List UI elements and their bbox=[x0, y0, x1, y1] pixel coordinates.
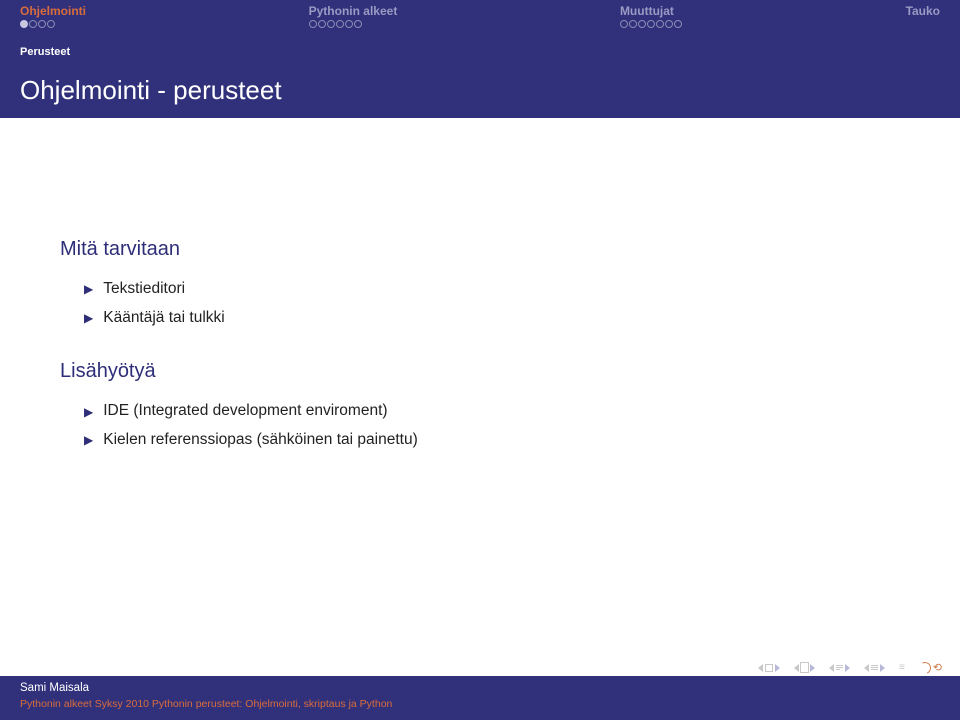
nav-first-icon[interactable] bbox=[758, 664, 780, 672]
nav-search-icon[interactable]: ⟲ bbox=[919, 661, 942, 674]
slide-title-bar: Ohjelmointi - perusteet bbox=[0, 62, 960, 118]
subsection-bar: Perusteet bbox=[0, 42, 960, 62]
bullet-list: ▶Tekstieditori ▶Kääntäjä tai tulkki bbox=[84, 275, 900, 332]
section-nav: Ohjelmointi Pythonin alkeet Muuttujat Ta… bbox=[0, 0, 960, 42]
nav-fwd-icon[interactable] bbox=[864, 664, 885, 672]
beamer-nav-icons: ≡ ⟲ bbox=[758, 661, 942, 674]
progress-dots bbox=[309, 20, 363, 28]
nav-sec-muuttujat[interactable]: Muuttujat bbox=[600, 4, 713, 28]
nav-label: Pythonin alkeet bbox=[309, 4, 398, 18]
nav-sec-ohjelmointi[interactable]: Ohjelmointi bbox=[0, 4, 116, 28]
list-item: ▶Kielen referenssiopas (sähköinen tai pa… bbox=[84, 426, 900, 455]
triangle-bullet-icon: ▶ bbox=[84, 307, 93, 329]
triangle-bullet-icon: ▶ bbox=[84, 401, 93, 423]
triangle-bullet-icon: ▶ bbox=[84, 429, 93, 451]
nav-label: Tauko bbox=[906, 4, 940, 18]
list-item: ▶Tekstieditori bbox=[84, 275, 900, 304]
nav-goto-icon[interactable]: ≡ bbox=[899, 662, 905, 673]
list-item: ▶Kääntäjä tai tulkki bbox=[84, 304, 900, 333]
triangle-bullet-icon: ▶ bbox=[84, 278, 93, 300]
slide-content: Mitä tarvitaan ▶Tekstieditori ▶Kääntäjä … bbox=[0, 118, 960, 455]
nav-back-icon[interactable] bbox=[829, 664, 850, 672]
slide-title: Ohjelmointi - perusteet bbox=[20, 75, 282, 106]
slide-footer: Sami Maisala Pythonin alkeet Syksy 2010 … bbox=[0, 676, 960, 720]
nav-label: Muuttujat bbox=[620, 4, 674, 18]
list-item: ▶IDE (Integrated development enviroment) bbox=[84, 397, 900, 426]
block-heading: Lisähyötyä bbox=[60, 360, 900, 383]
subsection-label: Perusteet bbox=[20, 46, 70, 58]
block-heading: Mitä tarvitaan bbox=[60, 238, 900, 261]
footer-author: Sami Maisala bbox=[20, 682, 940, 694]
nav-label: Ohjelmointi bbox=[20, 4, 86, 18]
bullet-list: ▶IDE (Integrated development enviroment)… bbox=[84, 397, 900, 454]
footer-subtitle: Pythonin alkeet Syksy 2010 Pythonin peru… bbox=[20, 698, 940, 710]
nav-sec-pythonin-alkeet[interactable]: Pythonin alkeet bbox=[289, 4, 428, 28]
nav-prev-icon[interactable] bbox=[794, 663, 815, 672]
nav-sec-tauko[interactable]: Tauko bbox=[886, 4, 960, 18]
progress-dots bbox=[620, 20, 683, 28]
progress-dots bbox=[20, 20, 56, 28]
